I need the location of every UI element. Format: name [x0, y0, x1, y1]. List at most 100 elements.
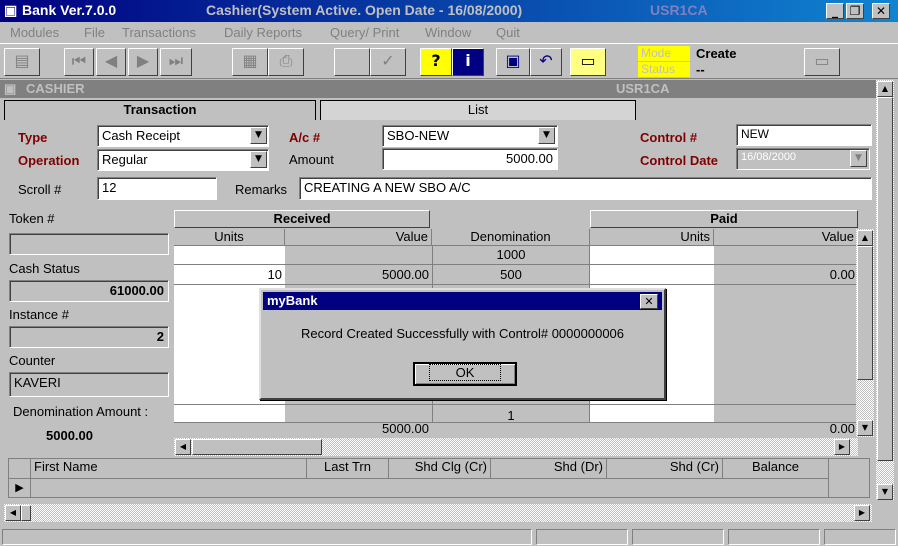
grid-horizontal-thumb[interactable]: [192, 439, 322, 455]
child-window-title: CASHIER: [26, 81, 85, 96]
chevron-down-icon[interactable]: ▼: [538, 127, 555, 144]
chevron-down-icon[interactable]: ▼: [250, 127, 267, 144]
col-received-value: Value: [285, 229, 432, 246]
ac-select[interactable]: SBO-NEW: [382, 125, 558, 147]
col-received-units: Units: [174, 229, 285, 246]
remarks-field[interactable]: CREATING A NEW SBO A/C: [299, 177, 872, 200]
tab-transaction[interactable]: Transaction: [4, 100, 316, 120]
denomination-cell: 1000: [496, 247, 526, 262]
scroll-down-icon[interactable]: ▼: [877, 484, 893, 500]
printer-icon[interactable]: ⎙: [268, 48, 304, 76]
col-paid-units: Units: [590, 229, 714, 246]
menu-bar: Modules File Transactions Daily Reports …: [0, 22, 898, 42]
new-window-icon[interactable]: ▭: [804, 48, 840, 76]
first-record-icon[interactable]: ⏮: [64, 48, 94, 76]
dialog-close-icon[interactable]: ✕: [640, 294, 658, 309]
scroll-up-icon[interactable]: ▲: [877, 81, 893, 97]
col-first-name: First Name: [31, 459, 307, 479]
type-select[interactable]: Cash Receipt: [97, 125, 269, 147]
counter-label: Counter: [9, 353, 56, 368]
col-balance: Balance: [723, 459, 829, 479]
scroll-left-icon[interactable]: ◀: [175, 439, 191, 455]
undo-icon[interactable]: ↶: [530, 48, 562, 76]
blank-button[interactable]: [334, 48, 370, 76]
cash-status-label: Cash Status: [9, 261, 80, 276]
scroll-left-icon[interactable]: ◀: [5, 505, 21, 521]
scroll-right-icon[interactable]: ▶: [834, 439, 850, 455]
scroll-right-icon[interactable]: ▶: [854, 505, 870, 521]
menu-file[interactable]: File: [84, 25, 105, 40]
col-paid-value: Value: [714, 229, 858, 246]
menu-quit[interactable]: Quit: [496, 25, 520, 40]
child-window-caption[interactable]: ▣ CASHIER USR1CA: [0, 80, 876, 98]
close-button[interactable]: ✕: [872, 3, 890, 19]
vertical-scroll-thumb[interactable]: [877, 97, 893, 461]
info-icon[interactable]: i: [452, 48, 484, 76]
menu-modules[interactable]: Modules: [10, 25, 59, 40]
received-value-cell: 5000.00: [382, 267, 429, 282]
received-units-cell[interactable]: 10: [174, 267, 282, 282]
tab-list[interactable]: List: [320, 100, 636, 120]
report-icon[interactable]: ▦: [232, 48, 268, 76]
ac-label: A/c #: [289, 130, 321, 145]
amount-field[interactable]: 5000.00: [382, 148, 558, 170]
save-icon[interactable]: ▣: [496, 48, 530, 76]
scroll-field[interactable]: 12: [97, 177, 217, 200]
row-pointer-icon[interactable]: ▶: [9, 479, 31, 497]
amount-label: Amount: [289, 152, 334, 167]
title-bar[interactable]: ▣ Bank Ver.7.0.0 Cashier(System Active. …: [0, 0, 898, 22]
minimize-button[interactable]: _: [826, 3, 844, 19]
control-label: Control #: [640, 130, 698, 145]
token-field[interactable]: [9, 233, 169, 255]
received-header: Received: [174, 210, 430, 228]
paid-total: 0.00: [829, 421, 855, 436]
ok-button-label: OK: [428, 364, 502, 381]
control-number-field[interactable]: NEW: [736, 124, 872, 146]
help-icon[interactable]: ?: [420, 48, 452, 76]
grid-vertical-thumb[interactable]: [857, 246, 873, 380]
maximize-button[interactable]: ❐: [846, 3, 864, 19]
col-shd-dr: Shd (Dr): [491, 459, 607, 479]
remarks-label: Remarks: [235, 182, 288, 197]
checkmark-icon[interactable]: ✓: [370, 48, 406, 76]
last-record-icon[interactable]: ⏭: [160, 48, 192, 76]
type-label: Type: [18, 130, 48, 145]
main-horizontal-scrollbar[interactable]: [4, 504, 872, 522]
user-id: USR1CA: [650, 2, 708, 18]
mode-value: Create: [696, 46, 737, 61]
menu-window[interactable]: Window: [425, 25, 471, 40]
next-record-icon[interactable]: ▶: [128, 48, 158, 76]
print-preview-icon[interactable]: ▤: [4, 48, 40, 76]
col-last-trn: Last Trn: [307, 459, 389, 479]
table-row[interactable]: [31, 479, 829, 497]
dialog-message: Record Created Successfully with Control…: [300, 326, 625, 341]
previous-record-icon[interactable]: ◀: [96, 48, 126, 76]
denomination-cell: 1: [507, 408, 515, 423]
operation-select[interactable]: Regular: [97, 149, 269, 171]
chevron-down-icon[interactable]: ▼: [250, 151, 267, 168]
col-denomination: Denomination: [432, 229, 590, 246]
status-label: Status: [638, 62, 690, 77]
menu-query-print[interactable]: Query/ Print: [330, 25, 399, 40]
scroll-up-icon[interactable]: ▲: [857, 230, 873, 246]
status-value: --: [696, 62, 705, 77]
status-panel: [2, 529, 532, 545]
status-panel: [632, 529, 724, 545]
status-panel: [824, 529, 896, 545]
menu-daily-reports[interactable]: Daily Reports: [224, 25, 302, 40]
chevron-down-icon[interactable]: ▼: [850, 150, 867, 167]
menu-transactions[interactable]: Transactions: [122, 25, 196, 40]
counter-value: KAVERI: [9, 372, 169, 397]
token-label: Token #: [9, 211, 55, 226]
denomination-amount-label: Denomination Amount :: [13, 404, 149, 419]
main-horizontal-thumb[interactable]: [21, 505, 31, 521]
status-bar: [0, 528, 898, 546]
open-folder-icon[interactable]: ▭: [570, 48, 606, 76]
instance-label: Instance #: [9, 307, 69, 322]
ok-button[interactable]: OK: [413, 362, 517, 386]
status-panel: [536, 529, 628, 545]
scroll-down-icon[interactable]: ▼: [857, 420, 873, 436]
col-shd-cr: Shd (Cr): [607, 459, 723, 479]
dialog-title[interactable]: myBank: [263, 292, 662, 310]
received-total: 5000.00: [382, 421, 429, 436]
